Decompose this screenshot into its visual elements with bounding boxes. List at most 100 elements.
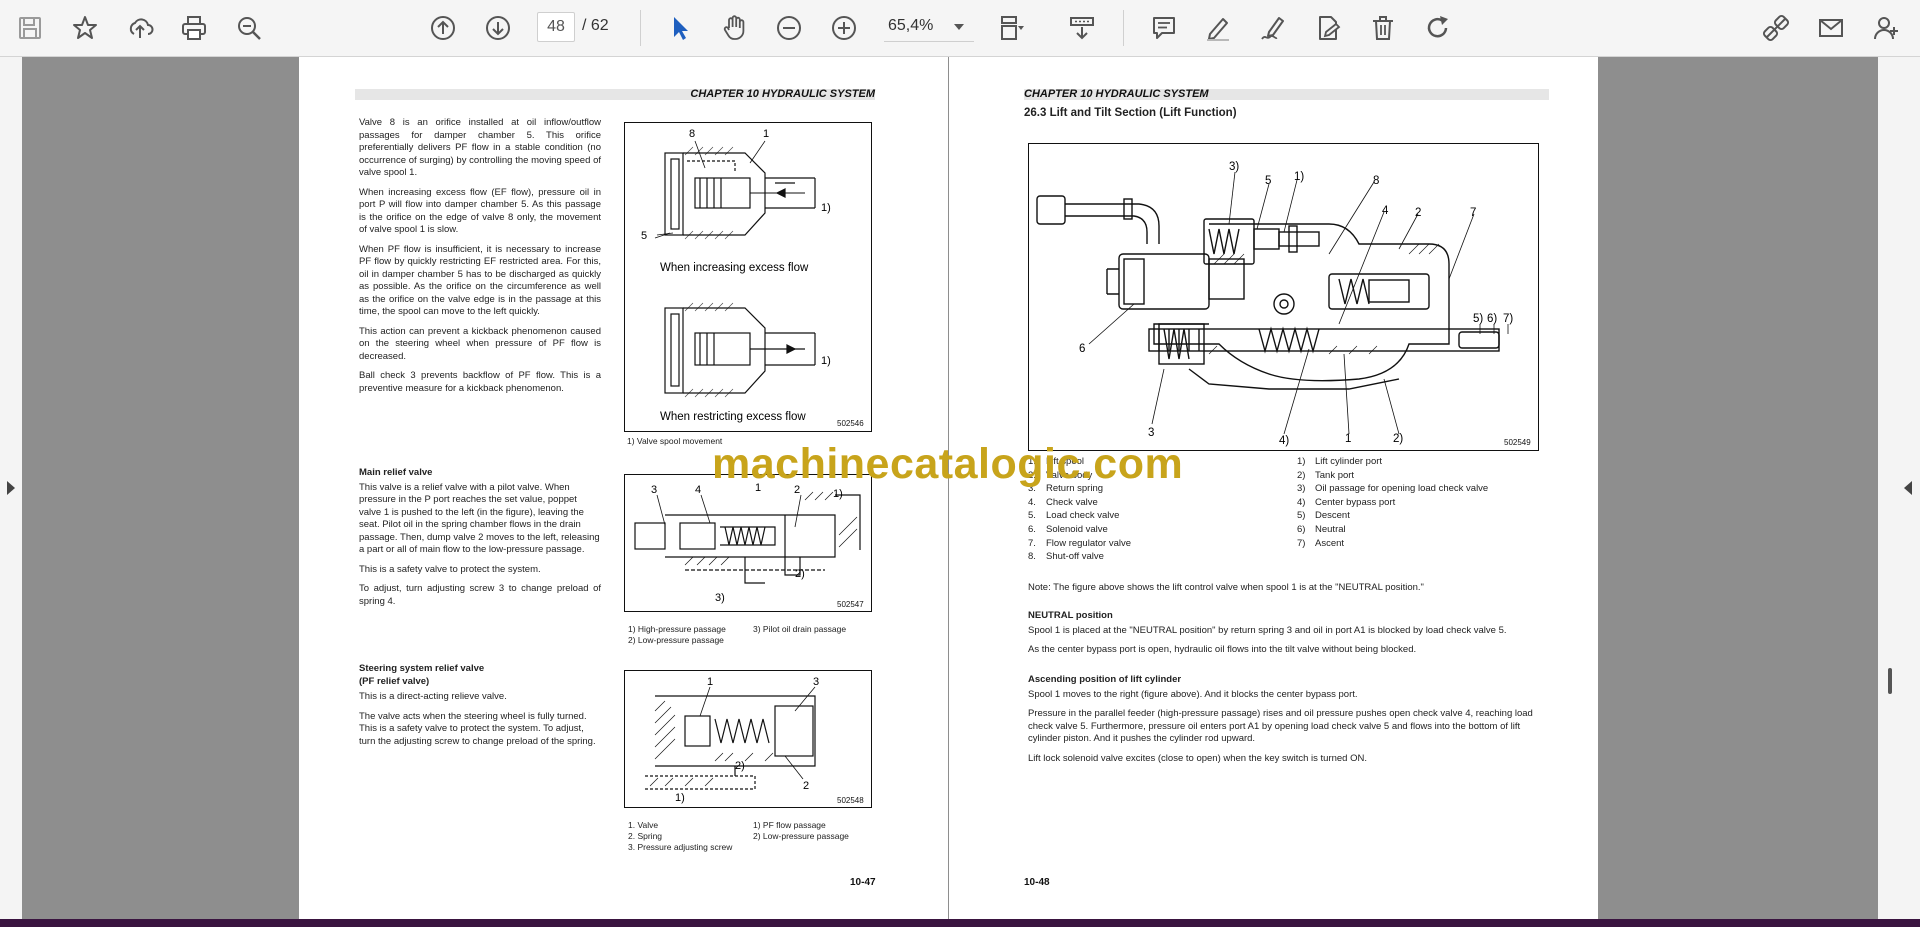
- add-user-icon[interactable]: [1868, 10, 1904, 46]
- legend-label: Lift cylinder port: [1315, 456, 1383, 467]
- zoom-dropdown-caret-icon[interactable]: [954, 24, 964, 30]
- scrollbar-thumb[interactable]: [1888, 668, 1892, 694]
- share-link-icon[interactable]: [1758, 10, 1794, 46]
- figure-lift-tilt-valve: 3) 5 1) 8 4 2 7 6 5) 6) 7) 3 4) 1 2) 502…: [1028, 143, 1539, 451]
- paragraph: Spool 1 moves to the right (figure above…: [1028, 688, 1358, 700]
- select-cursor-icon[interactable]: [662, 10, 698, 46]
- legend-num: 4): [1297, 496, 1306, 508]
- legend-num: 7): [1297, 537, 1306, 549]
- zoom-search-icon[interactable]: [231, 10, 267, 46]
- sign-icon[interactable]: [1255, 10, 1291, 46]
- delete-icon[interactable]: [1365, 10, 1401, 46]
- scroll-mode-icon[interactable]: [1064, 10, 1100, 46]
- legend-item: 5) Descent: [1297, 509, 1488, 523]
- callout-1: 1: [707, 676, 713, 688]
- callout-1-paren: 1): [675, 792, 685, 804]
- caption-line: 2. Spring: [628, 831, 663, 841]
- main-relief-section: Main relief valve This valve is a relief…: [359, 467, 601, 615]
- redo-icon[interactable]: [1420, 10, 1456, 46]
- hand-tool-icon[interactable]: [716, 10, 752, 46]
- page-number: 10-48: [1024, 877, 1050, 888]
- page-number-input[interactable]: [537, 12, 575, 42]
- previous-page-icon[interactable]: [425, 10, 461, 46]
- expand-right-panel-icon[interactable]: [1904, 481, 1912, 495]
- bookmark-star-icon[interactable]: [67, 10, 103, 46]
- callout-2: 2: [1415, 207, 1421, 219]
- paragraph: The valve acts when the steering wheel i…: [359, 710, 596, 747]
- figure-caption-col2: 1) PF flow passage 2) Low-pressure passa…: [753, 820, 849, 842]
- legend-label: Descent: [1315, 510, 1350, 522]
- fig-label-increasing: When increasing excess flow: [660, 262, 809, 274]
- figure-caption: 1) Valve spool movement: [627, 436, 723, 446]
- callout-7-paren: 7): [1503, 313, 1513, 325]
- expand-left-panel-icon[interactable]: [7, 481, 15, 495]
- caption-line: 1. Valve: [628, 820, 659, 830]
- legend-num: 7.: [1028, 537, 1036, 549]
- zoom-in-icon[interactable]: [826, 10, 862, 46]
- upload-cloud-icon[interactable]: [122, 10, 158, 46]
- legend-num: 8.: [1028, 551, 1036, 563]
- page-fit-icon[interactable]: [993, 10, 1029, 46]
- print-icon[interactable]: [176, 10, 212, 46]
- next-page-icon[interactable]: [480, 10, 516, 46]
- legend-label: Shut-off valve: [1046, 551, 1104, 563]
- zoom-out-icon[interactable]: [771, 10, 807, 46]
- callout-1: 1: [1345, 433, 1351, 445]
- legend-num: 1): [1297, 456, 1306, 467]
- legend-item: 4. Check valve: [1028, 496, 1131, 510]
- callout-1-paren: 1): [833, 488, 843, 500]
- callout-1-paren-b: 1): [821, 355, 831, 367]
- callout-5: 5: [1265, 175, 1271, 187]
- callout-4-paren: 4): [1279, 435, 1289, 447]
- legend-label: Oil passage for opening load check valve: [1315, 483, 1489, 495]
- callout-6-paren: 6): [1487, 313, 1497, 325]
- legend-ports: 1) Lift cylinder port 2) Tank port 3) Oil p…: [1297, 455, 1488, 550]
- email-icon[interactable]: [1813, 10, 1849, 46]
- caption-line: 3) Pilot oil drain passage: [753, 624, 847, 634]
- callout-2-paren: 2): [735, 760, 745, 772]
- legend-num: 4.: [1028, 496, 1036, 508]
- intro-text: Valve 8 is an orifice installed at oil i…: [359, 117, 601, 402]
- paragraph: To adjust, turn adjusting screw 3 to cha…: [359, 583, 601, 607]
- watermark-text: machinecatalogic.com: [712, 440, 1184, 488]
- figure-code: 502549: [1504, 438, 1531, 447]
- legend-label: Ascent: [1315, 537, 1345, 549]
- legend-item: 1) Lift cylinder port: [1297, 455, 1488, 469]
- viewer-toolbar: / 62 65,4%: [0, 0, 1920, 57]
- chapter-header: CHAPTER 10 HYDRAULIC SYSTEM: [355, 89, 875, 100]
- callout-5: 5: [641, 230, 647, 242]
- legend-label: Neutral: [1315, 523, 1346, 535]
- callout-3: 3: [813, 676, 819, 688]
- callout-3-paren: 3): [715, 592, 725, 604]
- edit-document-icon[interactable]: [1310, 10, 1346, 46]
- callout-8: 8: [689, 128, 695, 140]
- ascending-section: Ascending position of lift cylinder Spoo…: [1028, 674, 1548, 772]
- callout-7: 7: [1470, 207, 1476, 219]
- highlight-pen-icon[interactable]: [1200, 10, 1236, 46]
- paragraph: Lift lock solenoid valve excites (close …: [1028, 752, 1367, 764]
- figure-note: Note: The figure above shows the lift co…: [1028, 582, 1424, 593]
- section-heading: Ascending position of lift cylinder: [1028, 674, 1182, 685]
- caption-line: 1) High-pressure passage: [628, 624, 726, 634]
- legend-label: Check valve: [1046, 496, 1098, 508]
- legend-num: 6): [1297, 523, 1306, 535]
- callout-5-paren: 5): [1473, 313, 1483, 325]
- legend-num: 3): [1297, 483, 1306, 495]
- legend-item: 6) Neutral: [1297, 523, 1488, 537]
- callout-3: 3: [1148, 427, 1154, 439]
- legend-label: Center bypass port: [1315, 496, 1396, 508]
- relief-valve-drawing: 3 4 1 2 1) 2) 3): [634, 482, 861, 604]
- figure-caption-col2: 3) Pilot oil drain passage: [753, 624, 846, 635]
- legend-label: Load check valve: [1046, 510, 1120, 522]
- paragraph: As the center bypass port is open, hydra…: [1028, 644, 1417, 655]
- legend-item: 7) Ascent: [1297, 537, 1488, 551]
- neutral-section: NEUTRAL position Spool 1 is placed at th…: [1028, 610, 1548, 664]
- legend-item: 8. Shut-off valve: [1028, 550, 1131, 564]
- steering-relief-section: Steering system relief valve (PF relief …: [359, 663, 601, 755]
- save-icon[interactable]: [12, 10, 48, 46]
- section-title: 26.3 Lift and Tilt Section (Lift Functio…: [1024, 107, 1237, 119]
- figure-caption-col1: 1) High-pressure passage 2) Low-pressure…: [628, 624, 726, 646]
- legend-label: Solenoid valve: [1046, 523, 1108, 535]
- comment-icon[interactable]: [1146, 10, 1182, 46]
- figure-main-relief-valve: 3 4 1 2 1) 2) 3) 502547: [624, 474, 872, 612]
